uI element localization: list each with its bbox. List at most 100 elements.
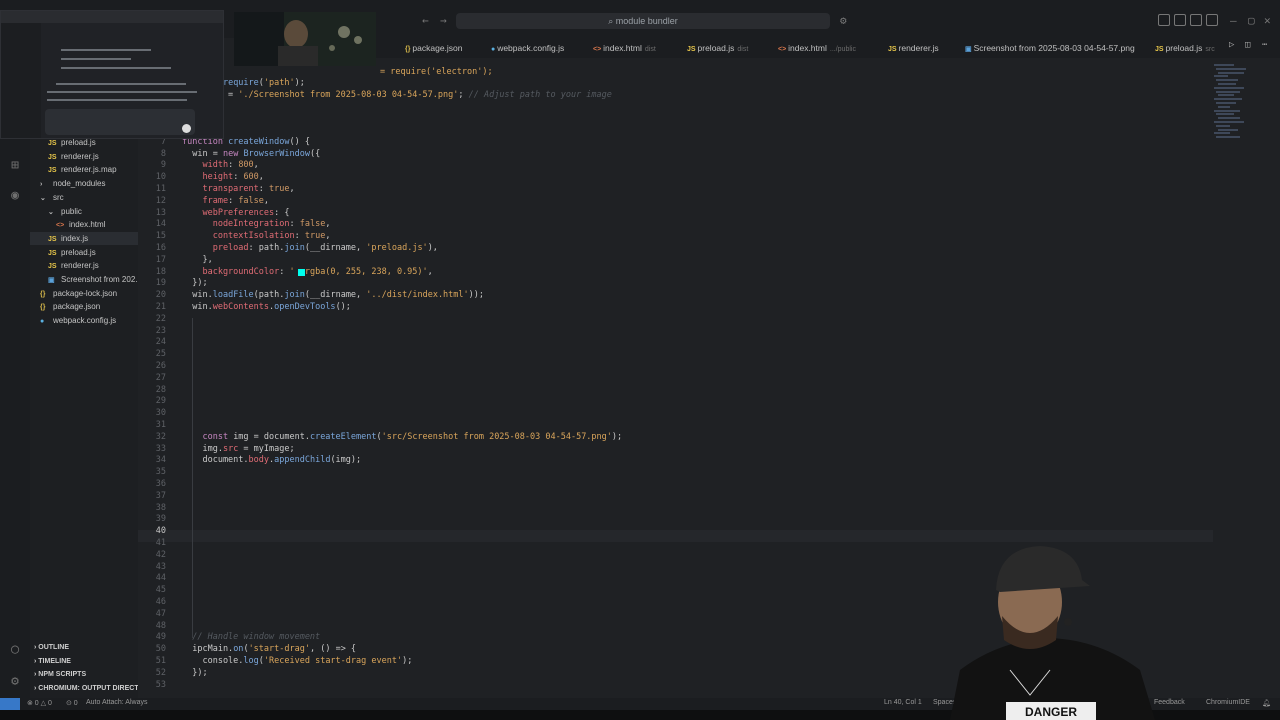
overlay-titlebar (1, 11, 223, 23)
explorer-item[interactable]: JS index.js (30, 231, 138, 245)
maximize-icon[interactable]: ▢ (1248, 14, 1255, 27)
more-actions-icon[interactable]: ⋯ (1262, 40, 1267, 50)
layout-toggle-icon[interactable] (1158, 14, 1170, 26)
code-token: }); (182, 278, 208, 289)
editor-tabs: {} package.json ● webpack.config.js <> ind… (375, 38, 1280, 58)
minimap-line (1216, 136, 1240, 139)
command-center-search[interactable]: ⌕ module bundler (456, 13, 830, 29)
panel-header[interactable]: › NPM SCRIPTS (34, 671, 86, 678)
editor-tab[interactable]: ● webpack.config.js (491, 38, 567, 58)
code-line: }); (182, 668, 207, 678)
code-token: console. (182, 656, 244, 666)
code-token: : (294, 231, 305, 242)
editor-tab[interactable]: ▣ Screenshot from 2025-08-03 04-54-57.pn… (965, 38, 1138, 58)
panel-header[interactable]: › CHROMIUM: OUTPUT DIRECT... (34, 685, 138, 692)
panel-header-label: CHROMIUM: OUTPUT DIRECT... (38, 684, 138, 692)
account-icon[interactable]: ◯ (7, 642, 23, 658)
toggle-panel-icon[interactable] (1190, 14, 1202, 26)
code-token: height (182, 172, 234, 183)
explorer-item[interactable]: ● webpack.config.js (30, 314, 116, 327)
forward-arrow-icon[interactable]: → (440, 14, 447, 27)
editor-tab[interactable]: <> index.html .../public (778, 38, 856, 58)
minimap-line (1218, 105, 1230, 108)
tab-file-icon: <> (778, 46, 789, 53)
explorer-item[interactable]: JS preload.js (30, 246, 96, 259)
editor-tab[interactable]: JS preload.js dist (687, 38, 748, 58)
extensions-icon[interactable]: ⊞ (7, 158, 23, 174)
line-number: 52 (155, 667, 166, 678)
color-swatch[interactable] (298, 268, 305, 276)
code-token: backgroundColor (182, 266, 280, 277)
explorer-item[interactable]: ▣ Screenshot from 202... (30, 273, 138, 286)
code-token: on (233, 644, 244, 655)
folder-file-icon: ⌄ (40, 194, 46, 202)
line-number: 35 (155, 467, 166, 478)
code-token: : (233, 172, 244, 183)
explorer-item[interactable]: {} package-lock.json (30, 287, 117, 300)
code-token: : (279, 266, 290, 277)
copilot-icon[interactable]: ⚙ (840, 14, 847, 27)
panel-header[interactable]: › OUTLINE (34, 644, 69, 651)
notifications-bell-icon[interactable]: 🔔︎ (1262, 699, 1271, 707)
code-token: , (325, 231, 331, 242)
code-token: log (243, 656, 259, 666)
cursor-position-status[interactable]: Ln 40, Col 1 (884, 699, 922, 706)
line-number: 42 (155, 549, 166, 560)
explorer-item[interactable]: JS renderer.js (30, 259, 99, 272)
code-line: preload: path.join(__dirname, 'preload.j… (182, 243, 438, 253)
code-token: , (289, 184, 295, 194)
code-token: : path. (248, 243, 285, 253)
explorer-item[interactable]: ⌄ public (30, 205, 82, 218)
explorer-item-label: Screenshot from 202... (61, 275, 138, 284)
code-token: appendChild (274, 455, 331, 466)
explorer-item[interactable]: <> index.html (30, 218, 105, 231)
chromium-ide-status[interactable]: ChromiumIDE (1206, 699, 1250, 706)
auto-attach-status[interactable]: Auto Attach: Always (86, 699, 147, 706)
editor-tab[interactable]: <> index.html dist (593, 38, 656, 58)
code-token: width (182, 160, 229, 171)
explorer-item-label: package-lock.json (53, 288, 118, 298)
line-number: 10 (155, 172, 166, 183)
settings-gear-icon[interactable]: ⚙ (7, 674, 23, 690)
explorer-item[interactable]: › node_modules (30, 177, 105, 190)
editor-tab[interactable]: JS preload.js src (1155, 38, 1215, 58)
editor-tab[interactable]: {} package.json (405, 38, 466, 58)
minimap[interactable] (1214, 64, 1264, 144)
toggle-secondary-sidebar-icon[interactable] (1206, 14, 1218, 26)
code-token: './Screenshot from 2025-08-03 04-54-57.p… (238, 89, 459, 100)
back-arrow-icon[interactable]: ← (422, 14, 429, 27)
editor-tab[interactable]: JS renderer.js (888, 38, 942, 58)
close-icon[interactable]: ✕ (1264, 14, 1271, 27)
line-number: 43 (155, 561, 166, 572)
problems-status[interactable]: ⊗ 0 △ 0 (27, 699, 52, 707)
remote-indicator[interactable] (0, 698, 20, 710)
panel-header[interactable]: › TIMELINE (34, 658, 71, 665)
explorer-item-label: preload.js (61, 138, 96, 147)
minimap-line (1218, 94, 1234, 97)
line-number: 49 (155, 632, 166, 643)
js-file-icon: JS (48, 249, 57, 257)
explorer-item-label: index.html (69, 220, 106, 230)
minimap-line (1216, 102, 1236, 104)
explorer-item[interactable]: {} package.json (30, 300, 100, 313)
code-token: webPreferences (182, 207, 275, 218)
split-editor-icon[interactable]: ◫ (1245, 40, 1250, 50)
code-token: : { (274, 207, 290, 218)
code-token: , () => { (309, 644, 357, 655)
code-token: img. (182, 443, 223, 454)
chromium-icon[interactable]: ◉ (7, 188, 23, 204)
code-token: ' rgba(0, 255, 238, 0.95)' (289, 266, 428, 277)
indent-guide (192, 318, 193, 638)
run-icon[interactable]: ▷ (1229, 40, 1234, 50)
ports-status[interactable]: ⊙ 0 (66, 699, 78, 707)
code-line: img.src = myImage; (182, 443, 294, 454)
toggle-sidebar-icon[interactable] (1174, 14, 1186, 26)
explorer-item[interactable]: JS renderer.js (30, 150, 99, 163)
code-token: (img); (330, 455, 362, 466)
folder-file-icon: ⌄ (48, 208, 54, 216)
explorer-item[interactable]: ⌄ src (30, 191, 64, 204)
tab-label: index.html (603, 43, 642, 53)
code-token: ), (427, 243, 438, 253)
explorer-item[interactable]: JS renderer.js.map (30, 163, 117, 176)
minimize-icon[interactable]: — (1230, 14, 1237, 27)
